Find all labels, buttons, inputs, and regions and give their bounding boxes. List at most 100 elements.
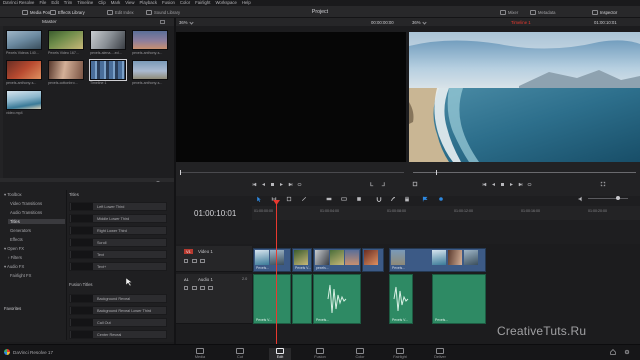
tree-generators[interactable]: Generators — [10, 228, 31, 233]
record-zoom[interactable]: 36% — [412, 20, 421, 25]
chevron-down-icon[interactable] — [422, 20, 427, 25]
mark-in-icon[interactable] — [369, 181, 375, 187]
lock-track-icon[interactable] — [184, 259, 188, 263]
mixer-button[interactable]: Mixer — [500, 8, 518, 16]
audio-clip[interactable]: Pexels V... — [389, 274, 413, 324]
page-media[interactable]: Media — [189, 348, 211, 359]
blade-tool-icon[interactable] — [301, 196, 307, 202]
clip-thumbnail[interactable] — [48, 30, 84, 50]
favorites-header[interactable]: Favorites — [4, 306, 21, 311]
settings-gear-icon[interactable] — [624, 349, 630, 355]
video-clip[interactable]: Pexels... — [253, 248, 291, 272]
go-to-end-icon[interactable] — [288, 182, 293, 187]
clip-thumbnail[interactable] — [132, 60, 168, 80]
auto-select-icon[interactable] — [192, 259, 197, 263]
go-to-start-icon[interactable] — [482, 182, 487, 187]
match-frame-icon[interactable] — [412, 181, 418, 187]
timeline-scrubber[interactable] — [413, 172, 636, 173]
chevron-down-icon[interactable] — [189, 20, 194, 25]
loop-icon[interactable] — [297, 182, 302, 187]
video-clip[interactable]: Pexels V... — [292, 248, 312, 272]
title-item[interactable]: Middle Lower Third — [69, 214, 167, 223]
title-item[interactable]: Right Lower Third — [69, 226, 167, 235]
playhead[interactable] — [276, 200, 277, 344]
position-lock-icon[interactable] — [404, 196, 410, 202]
flag-icon[interactable] — [422, 196, 428, 202]
stop-icon[interactable] — [500, 182, 505, 187]
tree-titles[interactable]: Titles — [8, 219, 65, 224]
home-icon[interactable] — [610, 349, 616, 355]
play-reverse-icon[interactable] — [261, 182, 266, 187]
timeline-thumbnail[interactable] — [89, 59, 127, 81]
snapping-icon[interactable] — [376, 196, 382, 202]
auto-select-icon[interactable] — [192, 286, 197, 290]
title-item[interactable]: Text — [69, 250, 167, 259]
tree-effects[interactable]: Effects — [10, 237, 23, 242]
linked-selection-icon[interactable] — [390, 196, 396, 202]
list-view-icon[interactable] — [160, 20, 165, 24]
clip-thumbnail[interactable] — [132, 30, 168, 50]
audio-clip[interactable]: Pexels... — [432, 274, 486, 324]
timeline-viewer[interactable] — [409, 32, 640, 162]
source-scrubber[interactable] — [180, 172, 404, 173]
dynamic-trim-icon[interactable] — [286, 196, 292, 202]
title-item[interactable]: Text+ — [69, 262, 167, 271]
tree-open-fx[interactable]: ▾ Open FX — [4, 246, 24, 251]
solo-button[interactable] — [200, 286, 205, 290]
play-icon[interactable] — [279, 182, 284, 187]
selection-tool-icon[interactable] — [256, 196, 262, 202]
go-to-end-icon[interactable] — [518, 182, 523, 187]
insert-clip-icon[interactable] — [326, 196, 332, 202]
audio-clip[interactable]: Pexels... — [313, 274, 361, 324]
fusion-title-item[interactable]: Call Out — [69, 318, 167, 327]
video-clip[interactable]: pexels... — [313, 248, 361, 272]
video-clip[interactable] — [362, 248, 384, 272]
audio-clip[interactable] — [292, 274, 312, 324]
track-id-v1[interactable]: V1 — [184, 249, 193, 254]
fusion-title-item[interactable]: Background Reveal — [69, 294, 167, 303]
tree-fairlight-fx[interactable]: Fairlight FX — [10, 273, 31, 278]
fusion-title-item[interactable]: Center Reveal — [69, 330, 167, 339]
overwrite-clip-icon[interactable] — [341, 196, 347, 202]
tree-audio-fx[interactable]: ▾ Audio FX — [4, 264, 24, 269]
page-cut[interactable]: Cut — [229, 348, 251, 359]
zoom-slider-handle[interactable] — [616, 196, 620, 200]
title-item[interactable]: Left Lower Third — [69, 202, 167, 211]
fusion-title-item[interactable]: Background Reveal Lower Third — [69, 306, 167, 315]
tree-filters[interactable]: › Filters — [8, 255, 22, 260]
audio-volume-icon[interactable] — [578, 196, 584, 202]
zoom-slider[interactable] — [588, 198, 628, 199]
tree-audio-transitions[interactable]: Audio Transitions — [10, 210, 42, 215]
source-zoom[interactable]: 36% — [179, 20, 188, 25]
page-edit[interactable]: Edit — [269, 348, 291, 360]
tree-toolbox[interactable]: ▾ Toolbox — [4, 192, 22, 197]
clip-thumbnail[interactable] — [48, 60, 84, 80]
timeline-playhead-marker[interactable] — [436, 170, 437, 175]
clip-thumbnail[interactable] — [90, 30, 126, 50]
track-enable-icon[interactable] — [200, 259, 205, 263]
track-id-a1[interactable]: A1 — [184, 277, 189, 282]
page-color[interactable]: Color — [349, 348, 371, 359]
page-fusion[interactable]: Fusion — [309, 348, 331, 359]
timeline-ruler[interactable]: 01:00:00:00 01:00:04:00 01:00:08:00 01:0… — [252, 206, 640, 220]
clip-thumbnail[interactable] — [6, 60, 42, 80]
source-playhead[interactable] — [180, 170, 181, 175]
title-item[interactable]: Scroll — [69, 238, 167, 247]
stop-icon[interactable] — [270, 182, 275, 187]
inspector-button[interactable]: Inspector — [592, 8, 617, 16]
replace-clip-icon[interactable] — [356, 196, 362, 202]
video-clip[interactable]: Pexels... — [389, 248, 486, 272]
fullscreen-icon[interactable] — [600, 181, 606, 187]
lock-track-icon[interactable] — [184, 286, 188, 290]
source-viewer[interactable] — [176, 32, 406, 162]
clip-thumbnail[interactable] — [6, 30, 42, 50]
marker-icon[interactable] — [438, 196, 444, 202]
clip-thumbnail[interactable] — [6, 90, 42, 110]
loop-icon[interactable] — [527, 182, 532, 187]
play-reverse-icon[interactable] — [491, 182, 496, 187]
audio-clip[interactable]: Pexels V... — [253, 274, 291, 324]
audio-track-header[interactable]: A1 Audio 1 2.0 — [176, 274, 252, 324]
play-icon[interactable] — [509, 182, 514, 187]
mark-out-icon[interactable] — [380, 181, 386, 187]
page-deliver[interactable]: Deliver — [429, 348, 451, 359]
